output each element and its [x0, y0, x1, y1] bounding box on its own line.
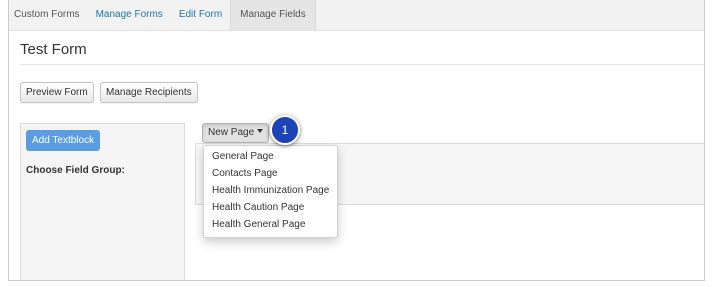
- add-textblock-button[interactable]: Add Textblock: [26, 130, 101, 151]
- menu-item-health-general-page[interactable]: Health General Page: [204, 216, 337, 233]
- new-page-dropdown-button[interactable]: New Page: [202, 123, 270, 143]
- tab-manage-forms[interactable]: Manage Forms: [88, 0, 171, 30]
- menu-item-general-page[interactable]: General Page: [204, 148, 337, 165]
- manage-recipients-button[interactable]: Manage Recipients: [100, 82, 198, 103]
- field-group-panel: Add Textblock Choose Field Group:: [20, 123, 185, 280]
- choose-field-group-label: Choose Field Group:: [26, 165, 125, 176]
- title-divider: [20, 64, 704, 65]
- new-page-label: New Page: [208, 127, 255, 138]
- step-callout-badge: 1: [270, 115, 300, 145]
- form-builder-frame: Custom Forms Manage Forms Edit Form Mana…: [8, 0, 705, 281]
- new-page-menu: General Page Contacts Page Health Immuni…: [203, 145, 339, 238]
- menu-item-health-caution-page[interactable]: Health Caution Page: [204, 199, 337, 216]
- preview-form-button[interactable]: Preview Form: [20, 82, 94, 103]
- tab-custom-forms: Custom Forms: [14, 9, 80, 20]
- page-title: Test Form: [20, 41, 87, 58]
- menu-item-health-immunization-page[interactable]: Health Immunization Page: [204, 182, 337, 199]
- caret-down-icon: [257, 129, 264, 134]
- tab-manage-fields[interactable]: Manage Fields: [230, 0, 316, 30]
- tab-edit-form[interactable]: Edit Form: [171, 0, 230, 30]
- nav-tabs: Custom Forms Manage Forms Edit Form Mana…: [9, 0, 704, 31]
- menu-item-contacts-page[interactable]: Contacts Page: [204, 165, 337, 182]
